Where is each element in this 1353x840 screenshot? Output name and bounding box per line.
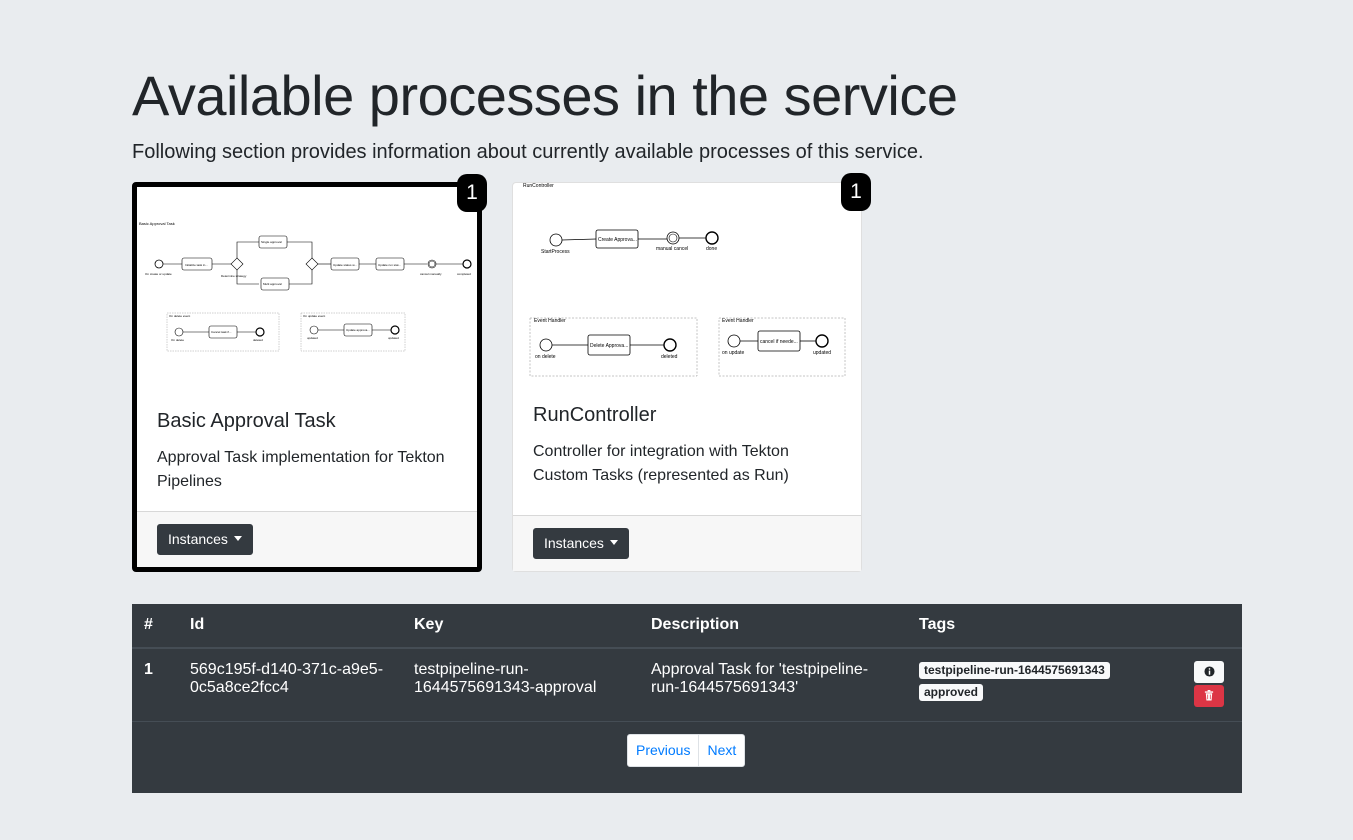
svg-text:updated: updated: [388, 336, 399, 340]
card-footer: Instances: [137, 511, 477, 567]
instances-button-label: Instances: [168, 531, 228, 547]
svg-text:Determine strategy: Determine strategy: [221, 274, 247, 278]
svg-text:Multi approval: Multi approval: [263, 282, 282, 286]
pagination: Previous Next: [627, 734, 746, 767]
svg-text:Create Approva...: Create Approva...: [598, 237, 637, 243]
svg-text:deleted: deleted: [253, 338, 263, 342]
column-header-key: Key: [402, 604, 639, 649]
svg-text:done: done: [706, 246, 717, 252]
tag-badge: testpipeline-run-1644575691343: [919, 662, 1110, 679]
caret-down-icon: [233, 536, 242, 541]
previous-page-button[interactable]: Previous: [628, 735, 698, 766]
svg-text:Delete Approva...: Delete Approva...: [590, 343, 628, 349]
svg-text:Initialize task in...: Initialize task in...: [185, 263, 208, 267]
table-row: 1 569c195f-d140-371c-a9e5-0c5a8ce2fcc4 t…: [132, 648, 1242, 722]
column-header-id: Id: [178, 604, 402, 649]
column-header-actions: [1182, 604, 1242, 649]
svg-text:On delete: On delete: [171, 338, 184, 342]
svg-text:updated: updated: [813, 350, 831, 356]
cell-description: Approval Task for 'testpipeline-run-1644…: [639, 648, 907, 722]
svg-text:On delete event: On delete event: [169, 314, 190, 318]
instances-button-label: Instances: [544, 535, 604, 551]
cell-actions: [1182, 648, 1242, 722]
svg-text:Update run stat...: Update run stat...: [378, 263, 401, 267]
caret-down-icon: [609, 540, 618, 545]
svg-text:On update event: On update event: [303, 314, 325, 318]
cell-tags: testpipeline-run-1644575691343 approved: [907, 648, 1182, 722]
svg-text:updated: updated: [307, 336, 318, 340]
svg-text:Basic Approval Task: Basic Approval Task: [139, 221, 175, 226]
process-card-runcontroller[interactable]: RunController StartProcess Create Approv…: [512, 173, 871, 572]
instances-dropdown-button[interactable]: Instances: [157, 524, 253, 555]
svg-text:StartProcess: StartProcess: [541, 249, 570, 255]
page-lead: Following section provides information a…: [132, 141, 924, 163]
svg-text:completed: completed: [457, 272, 471, 276]
instances-table: # Id Key Description Tags 1 569c195f-d14…: [132, 604, 1242, 793]
process-description: Controller for integration with Tekton C…: [533, 443, 789, 484]
svg-text:Event Handler: Event Handler: [722, 318, 754, 324]
delete-button[interactable]: [1194, 685, 1224, 707]
svg-text:Cancel task if...: Cancel task if...: [211, 330, 232, 334]
info-circle-icon: [1203, 666, 1215, 677]
column-header-num: #: [132, 604, 178, 649]
svg-text:Update status w...: Update status w...: [333, 263, 357, 267]
next-page-button[interactable]: Next: [698, 735, 744, 766]
process-description: Approval Task implementation for Tekton …: [157, 449, 445, 490]
tag-badge: approved: [919, 684, 984, 701]
svg-text:on update: on update: [722, 350, 744, 356]
process-title: Basic Approval Task: [157, 410, 336, 432]
trash-icon: [1204, 690, 1214, 701]
svg-text:On create or update: On create or update: [145, 272, 172, 276]
info-button[interactable]: [1194, 661, 1224, 683]
column-header-description: Description: [639, 604, 907, 649]
cell-num: 1: [132, 648, 178, 722]
svg-text:Event Handler: Event Handler: [534, 318, 566, 324]
svg-text:RunController: RunController: [523, 183, 554, 189]
column-header-tags: Tags: [907, 604, 1182, 649]
process-diagram[interactable]: Basic Approval Task On create or update …: [137, 187, 477, 387]
svg-text:manual cancel: manual cancel: [656, 246, 688, 252]
svg-text:cancel manually: cancel manually: [420, 272, 442, 276]
process-diagram[interactable]: RunController StartProcess Create Approv…: [513, 183, 861, 383]
instances-count-badge: 1: [457, 174, 487, 212]
svg-text:Single approval: Single approval: [261, 240, 282, 244]
table-header-row: # Id Key Description Tags: [132, 604, 1242, 649]
svg-text:on delete: on delete: [535, 354, 556, 360]
instances-dropdown-button[interactable]: Instances: [533, 528, 629, 559]
cell-id: 569c195f-d140-371c-a9e5-0c5a8ce2fcc4: [178, 648, 402, 722]
instances-count-badge: 1: [841, 173, 871, 211]
svg-text:cancel if neede...: cancel if neede...: [760, 339, 798, 345]
cell-key: testpipeline-run-1644575691343-approval: [402, 648, 639, 722]
process-card-basic-approval-task[interactable]: Basic Approval Task On create or update …: [132, 174, 487, 572]
process-title: RunController: [533, 404, 657, 426]
svg-text:Update approva...: Update approva...: [346, 328, 370, 332]
svg-text:deleted: deleted: [661, 354, 678, 360]
page-title: Available processes in the service: [132, 64, 958, 127]
card-footer: Instances: [513, 515, 861, 571]
